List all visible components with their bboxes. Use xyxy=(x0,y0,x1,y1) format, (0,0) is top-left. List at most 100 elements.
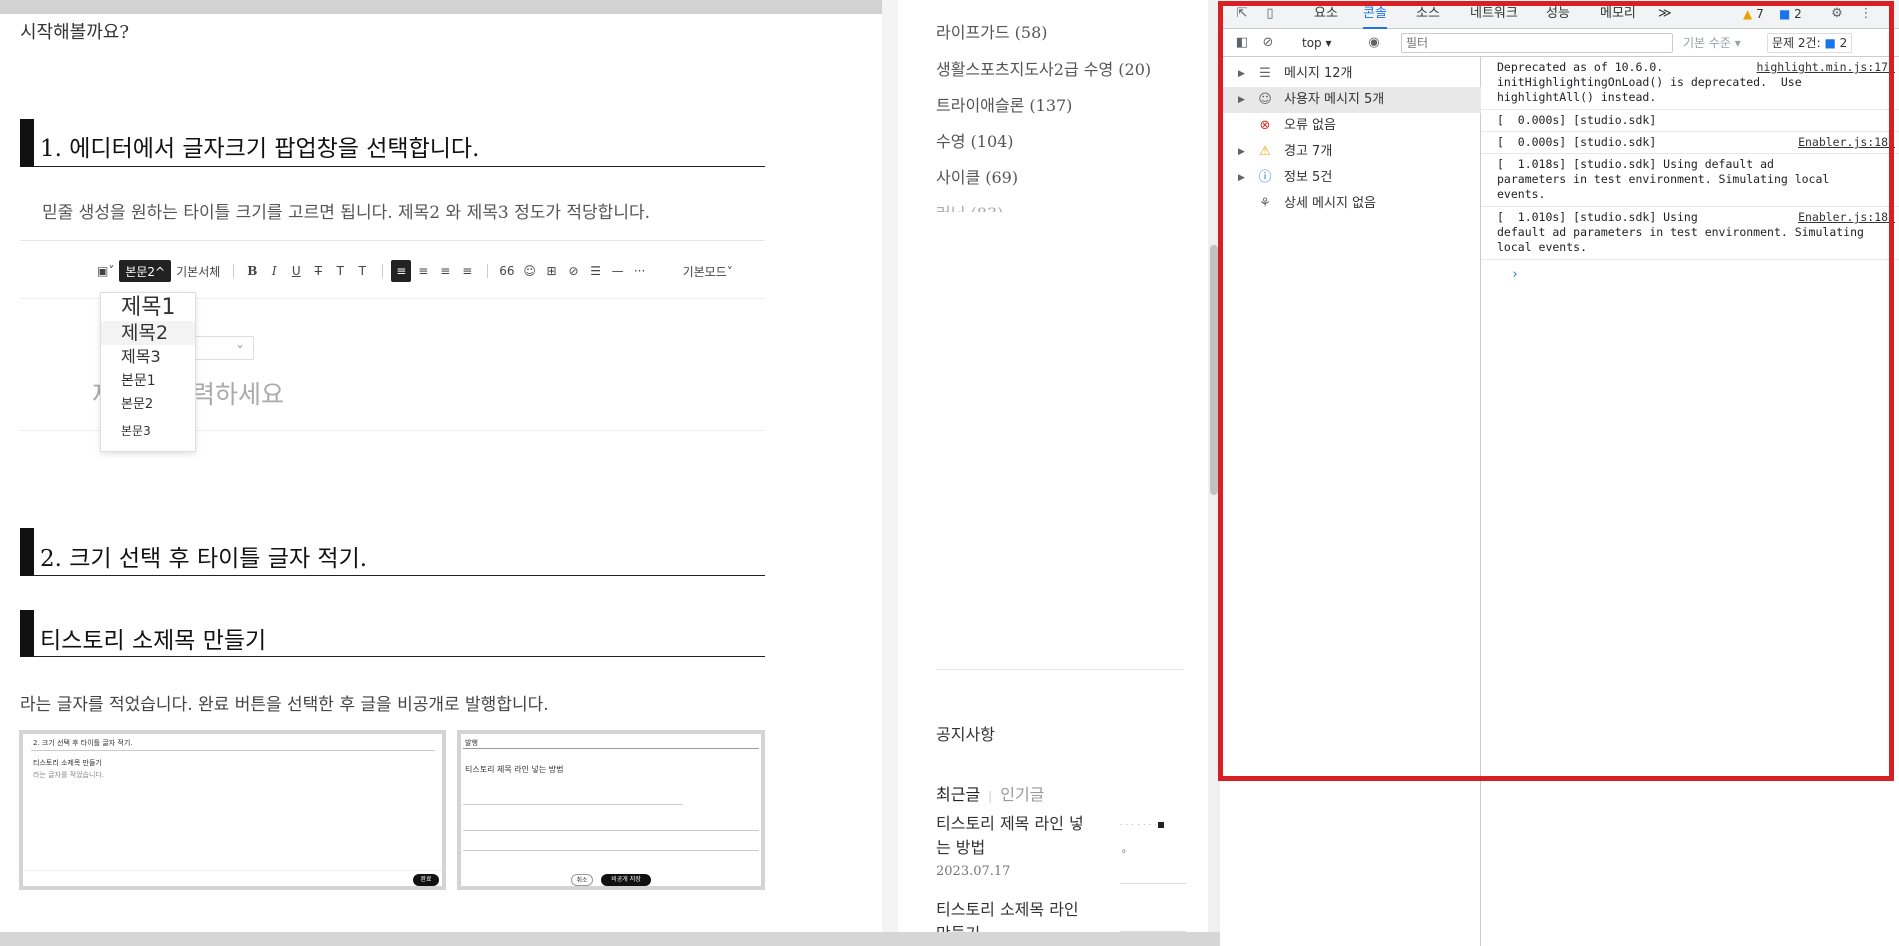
heading-bar xyxy=(20,610,34,657)
thumb-post-title: 티스토리 제목 라인 넣는 방법 xyxy=(465,765,564,774)
align-justify-icon[interactable]: ≡ xyxy=(457,260,477,282)
size-option[interactable]: 제목3 xyxy=(101,345,195,369)
console-log-area: highlight.min.js:172 Deprecated as of 10… xyxy=(1481,57,1899,946)
settings-gear-icon[interactable]: ⚙ xyxy=(1829,6,1845,22)
background-color-button[interactable]: T xyxy=(352,260,372,282)
text-color-button[interactable]: T xyxy=(330,260,350,282)
thumb-title: 2. 크기 선택 후 타이틀 글자 적기. xyxy=(33,739,133,747)
expand-arrow-icon[interactable]: ▶ xyxy=(1238,165,1245,191)
quote-icon[interactable]: 66 xyxy=(496,260,517,282)
blog-article: 시작해볼까요? 1. 에디터에서 글자크기 팝업창을 선택합니다. 믿줄 생성을… xyxy=(0,0,882,932)
align-left-icon[interactable]: ≡ xyxy=(391,260,412,282)
issues-count: 2 xyxy=(1839,36,1848,50)
heading-text: 2. 크기 선택 후 타이틀 글자 적기. xyxy=(40,546,368,572)
eye-icon[interactable]: ◉ xyxy=(1366,35,1382,51)
thumb-line xyxy=(31,750,435,751)
devtools-tab-memory[interactable]: 메모리 xyxy=(1600,0,1636,29)
console-prompt[interactable]: › xyxy=(1511,267,1519,282)
align-center-icon[interactable]: ≡ xyxy=(413,260,433,282)
align-right-icon[interactable]: ≡ xyxy=(435,260,455,282)
devtools-tab-sources[interactable]: 소스 xyxy=(1416,0,1440,29)
italic-button[interactable]: I xyxy=(264,260,284,282)
sidebar-category[interactable]: 사이클 (69) xyxy=(936,164,1018,188)
sidebar-category[interactable]: 트라이애슬론 (137) xyxy=(936,92,1072,116)
mode-button[interactable]: 기본모드˅ xyxy=(680,260,736,282)
bold-button[interactable]: B xyxy=(242,260,262,282)
sidebar-item-warnings[interactable]: ▶ ⚠ 경고 7개 xyxy=(1220,139,1481,165)
image-icon[interactable]: ▣˅ xyxy=(94,260,117,282)
devtools-tab-console[interactable]: 콘솔 xyxy=(1363,0,1387,29)
sidebar-category[interactable]: 라이프가드 (58) xyxy=(936,19,1048,43)
clear-console-icon[interactable]: ⊘ xyxy=(1260,35,1276,51)
emoji-icon[interactable]: ☺ xyxy=(520,260,540,282)
font-family-button[interactable]: 기본서체 xyxy=(173,260,223,282)
recent-post-title[interactable]: 티스토리 소제목 라인 만들기 xyxy=(936,898,1086,932)
article-gutter xyxy=(882,0,898,932)
console-sidebar: ▶ ☰ 메시지 12개 ▶ ☺ 사용자 메시지 5개 ⊗ 오류 없음 ▶ ⚠ 경… xyxy=(1220,57,1481,946)
sidebar-item-label: 경고 7개 xyxy=(1284,144,1333,159)
size-option[interactable]: 제목1 xyxy=(101,295,195,321)
expand-arrow-icon[interactable]: ▶ xyxy=(1238,139,1245,165)
page-scrollbar[interactable] xyxy=(1208,0,1220,932)
devtools-tab-network[interactable]: 네트워크 xyxy=(1470,0,1518,29)
warning-icon: ⚠ xyxy=(1259,144,1271,159)
blog-sidebar: 라이프가드 (58) 생활스포츠지도사2급 수영 (20) 트라이애슬론 (13… xyxy=(898,0,1208,932)
console-filter-input[interactable] xyxy=(1401,33,1673,53)
size-option[interactable]: 제목2 xyxy=(101,321,195,345)
sidebar-category[interactable]: 수영 (104) xyxy=(936,128,1014,152)
sidebar-item-info[interactable]: ▶ ⓘ 정보 5건 xyxy=(1220,165,1481,191)
message-badge[interactable]: ■ 2 xyxy=(1776,5,1805,23)
strikethrough-button[interactable]: T xyxy=(308,260,328,282)
sidebar-item-messages[interactable]: ▶ ☰ 메시지 12개 xyxy=(1220,61,1481,87)
sidebar-toggle-icon[interactable]: ◧ xyxy=(1234,35,1250,51)
horizontal-rule-icon[interactable]: — xyxy=(608,260,628,282)
issues-button[interactable]: 문제 2건: ■ 2 xyxy=(1767,33,1853,53)
link-icon[interactable]: ⊘ xyxy=(564,260,584,282)
size-option[interactable]: 본문2 xyxy=(101,393,195,417)
message-count: 2 xyxy=(1794,7,1802,21)
tab-recent[interactable]: 최근글 xyxy=(936,785,980,804)
sidebar-item-label: 메시지 12개 xyxy=(1284,66,1353,81)
warning-badge[interactable]: ▲ 7 xyxy=(1740,5,1767,23)
recent-post-thumbnail[interactable]: · · · · · · · o xyxy=(1120,814,1186,884)
device-toggle-icon[interactable]: ▯ xyxy=(1262,6,1278,22)
scrollbar-thumb[interactable] xyxy=(1210,245,1218,495)
heading-bar xyxy=(20,528,34,576)
tab-popular[interactable]: 인기글 xyxy=(1000,785,1044,804)
devtools-tab-performance[interactable]: 성능 xyxy=(1546,0,1570,29)
recent-post-title[interactable]: 티스토리 제목 라인 넣는 방법 xyxy=(936,812,1086,860)
more-tabs-button[interactable]: ≫ xyxy=(1658,0,1672,29)
sidebar-item-verbose[interactable]: ⚘ 상세 메시지 없음 xyxy=(1220,191,1481,217)
expand-arrow-icon[interactable]: ▶ xyxy=(1238,61,1245,87)
font-size-button[interactable]: 본문2^ xyxy=(119,260,172,282)
article-intro: 시작해볼까요? xyxy=(20,22,130,43)
size-option[interactable]: 본문1 xyxy=(101,369,195,393)
recent-post-thumbnail[interactable] xyxy=(1120,900,1186,932)
more-icon[interactable]: ··· xyxy=(630,260,650,282)
sidebar-item-errors[interactable]: ⊗ 오류 없음 xyxy=(1220,113,1481,139)
log-source-link[interactable]: highlight.min.js:172 xyxy=(1757,60,1895,75)
thumb-line xyxy=(463,850,759,851)
sidebar-item-label: 오류 없음 xyxy=(1284,118,1336,133)
sidebar-category-partial[interactable]: 러닝 (83) xyxy=(936,200,1056,212)
list-icon[interactable]: ☰ xyxy=(586,260,606,282)
size-option[interactable]: 본문3 xyxy=(101,417,195,445)
post-tabs: 최근글 | 인기글 xyxy=(936,781,1044,805)
screenshot-root: 시작해볼까요? 1. 에디터에서 글자크기 팝업창을 선택합니다. 믿줄 생성을… xyxy=(0,0,1899,946)
sidebar-category[interactable]: 생활스포츠지도사2급 수영 (20) xyxy=(936,56,1151,80)
context-selector[interactable]: top ▾ xyxy=(1302,34,1332,52)
log-source-link[interactable]: Enabler.js:187 xyxy=(1798,135,1895,150)
console-log-entry: [ 1.018s] [studio.sdk] Using default ad … xyxy=(1481,154,1899,207)
log-source-link[interactable]: Enabler.js:187 xyxy=(1798,210,1895,225)
expand-arrow-icon[interactable]: ▶ xyxy=(1238,87,1245,113)
inspect-icon[interactable]: ⇱ xyxy=(1234,6,1250,22)
notice-heading[interactable]: 공지사항 xyxy=(936,721,995,745)
sidebar-item-user-messages[interactable]: ▶ ☺ 사용자 메시지 5개 xyxy=(1220,87,1481,113)
underline-button[interactable]: U xyxy=(286,260,306,282)
console-log-entry: Enabler.js:187 [ 0.000s] [studio.sdk] xyxy=(1481,132,1899,154)
devtools-tab-elements[interactable]: 요소 xyxy=(1314,0,1338,29)
log-level-selector[interactable]: 기본 수준 ▾ xyxy=(1683,34,1741,52)
kebab-menu-icon[interactable]: ⋮ xyxy=(1858,6,1874,22)
table-icon[interactable]: ⊞ xyxy=(542,260,562,282)
top-strip xyxy=(0,0,882,14)
